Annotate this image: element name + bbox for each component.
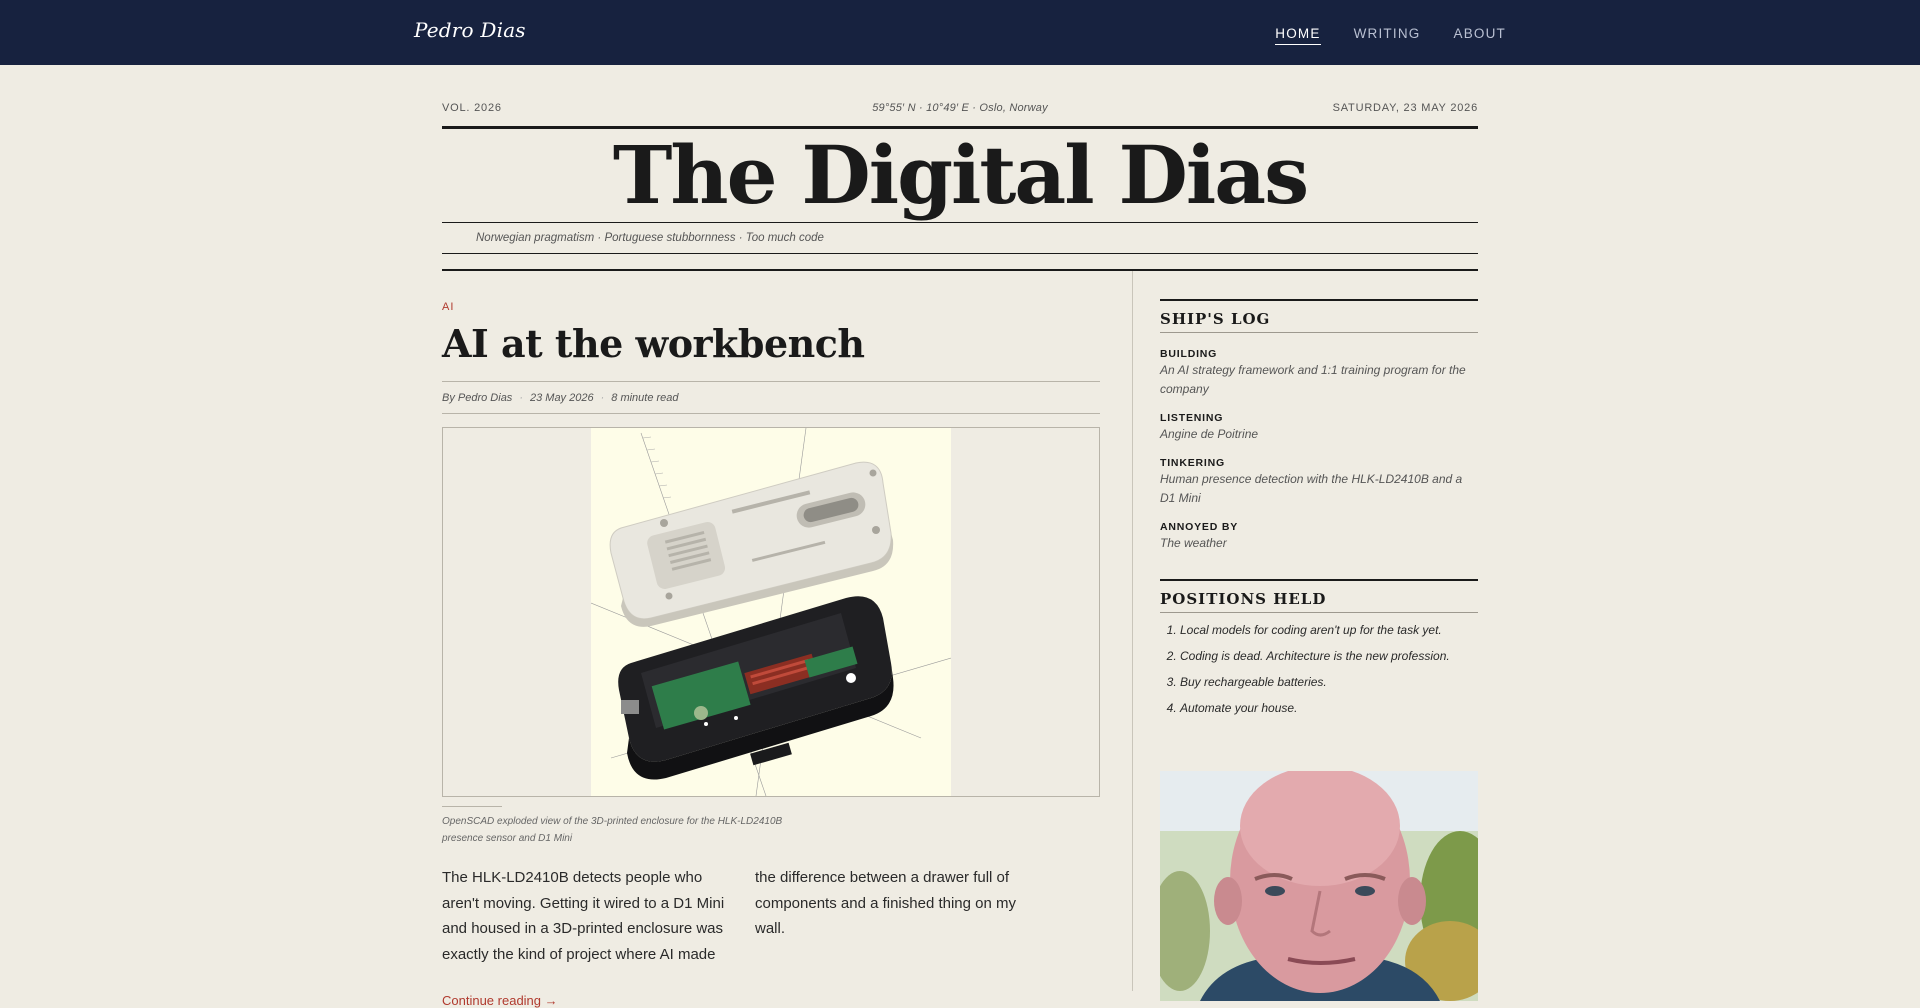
date-label: SATURDAY, 23 MAY 2026	[1332, 102, 1478, 114]
continue-reading-link[interactable]: Continue reading →	[442, 993, 558, 1008]
position-item: Local models for coding aren't up for th…	[1180, 623, 1478, 637]
log-value-annoyed-by: The weather	[1160, 536, 1227, 550]
position-item: Coding is dead. Architecture is the new …	[1180, 649, 1478, 663]
article-title[interactable]: AI at the workbench	[442, 321, 865, 366]
ships-log-title: SHIP'S LOG	[1160, 310, 1271, 328]
figure-caption: OpenSCAD exploded view of the 3D-printed…	[442, 816, 783, 844]
top-navigation-bar: Pedro Dias HOME WRITING ABOUT	[0, 0, 1920, 65]
page-content: VOL. 2026 59°55′ N · 10°49′ E · Oslo, No…	[442, 65, 1478, 1008]
site-brand[interactable]: Pedro Dias	[414, 18, 526, 42]
log-label-annoyed-by: ANNOYED BY	[1160, 521, 1239, 533]
nav-link-writing[interactable]: WRITING	[1354, 26, 1421, 45]
caption-rule	[442, 806, 502, 807]
enclosure-render-image[interactable]	[591, 428, 951, 796]
location-label: 59°55′ N · 10°49′ E · Oslo, Norway	[872, 102, 1048, 114]
masthead-title: The Digital Dias	[612, 128, 1309, 222]
masthead-tagline: Norwegian pragmatism · Portuguese stubbo…	[476, 232, 824, 244]
log-value-tinkering: Human presence detection with the HLK-LD…	[1160, 472, 1463, 505]
article-date: 23 May 2026	[529, 392, 594, 404]
log-label-listening: LISTENING	[1160, 412, 1224, 424]
positions-title: POSITIONS HELD	[1160, 590, 1327, 608]
dateline: VOL. 2026 59°55′ N · 10°49′ E · Oslo, No…	[442, 65, 1478, 126]
log-value-building: An AI strategy framework and 1:1 trainin…	[1160, 363, 1466, 396]
positions-list: Local models for coding aren't up for th…	[1160, 623, 1478, 715]
log-label-tinkering: TINKERING	[1160, 457, 1225, 469]
nav-link-about[interactable]: ABOUT	[1453, 26, 1506, 45]
nav-link-home[interactable]: HOME	[1275, 26, 1321, 45]
author-portrait	[1160, 771, 1478, 1001]
byline: By Pedro Dias · 23 May 2026 · 8 minute read	[442, 392, 679, 404]
column-divider	[1132, 271, 1133, 991]
content-columns: AI AI at the workbench By Pedro Dias · 23 …	[442, 271, 1478, 1008]
position-item: Automate your house.	[1180, 701, 1478, 715]
log-label-building: BUILDING	[1160, 348, 1218, 360]
article-author: By Pedro Dias	[442, 392, 513, 404]
sidebar: SHIP'S LOG BUILDING An AI strategy frame…	[1160, 271, 1478, 1001]
article-category[interactable]: AI	[442, 301, 454, 313]
byline-bar: By Pedro Dias · 23 May 2026 · 8 minute read	[442, 381, 1100, 414]
article-figure	[442, 427, 1100, 797]
article-read-time: 8 minute read	[611, 392, 679, 404]
article-excerpt: The HLK-LD2410B detects people who aren'…	[442, 869, 1016, 963]
position-item: Buy rechargeable batteries.	[1180, 675, 1478, 689]
nav-links: HOME WRITING ABOUT	[1275, 26, 1506, 45]
log-value-listening: Angine de Poitrine	[1160, 427, 1259, 441]
